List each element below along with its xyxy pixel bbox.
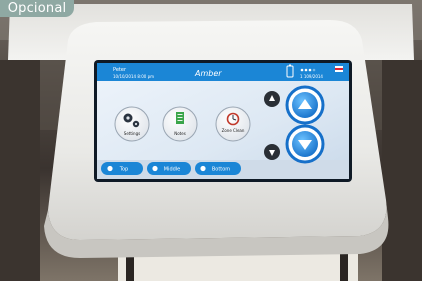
battery-icon	[286, 64, 294, 78]
tab-middle-label: Middle	[164, 167, 181, 173]
settings-button[interactable]: Settings	[114, 106, 150, 142]
tab-top-label: Top	[119, 167, 128, 173]
tab-bottom-label: Bottom	[212, 167, 230, 173]
status-datetime: 10/10/2014 8:00 pm	[113, 74, 154, 79]
settings-label: Settings	[124, 131, 140, 136]
zone-clean-button[interactable]: Zone Clean	[215, 106, 251, 142]
brand-logo: Amber	[194, 69, 222, 78]
status-sub: 1 109/2014	[300, 74, 323, 79]
photo-frame: Peter 10/10/2014 8:00 pm Amber 1 109/201…	[0, 0, 422, 281]
optional-badge: Opcional	[0, 0, 74, 17]
tab-middle[interactable]: Middle	[147, 162, 191, 175]
notes-button[interactable]: Notes	[162, 106, 198, 142]
screen-ui: Peter 10/10/2014 8:00 pm Amber 1 109/201…	[101, 64, 343, 175]
notepad-icon	[176, 112, 184, 124]
notes-label: Notes	[174, 131, 186, 136]
tab-bottom[interactable]: Bottom	[195, 162, 241, 175]
flag-icon	[335, 66, 343, 72]
signal-icon	[300, 68, 316, 72]
zone-clean-label: Zone Clean	[222, 128, 245, 133]
tab-top[interactable]: Top	[101, 162, 143, 175]
down-arrow-button[interactable]	[264, 124, 325, 164]
up-arrow-button[interactable]	[264, 85, 325, 125]
status-user: Peter	[113, 67, 127, 73]
